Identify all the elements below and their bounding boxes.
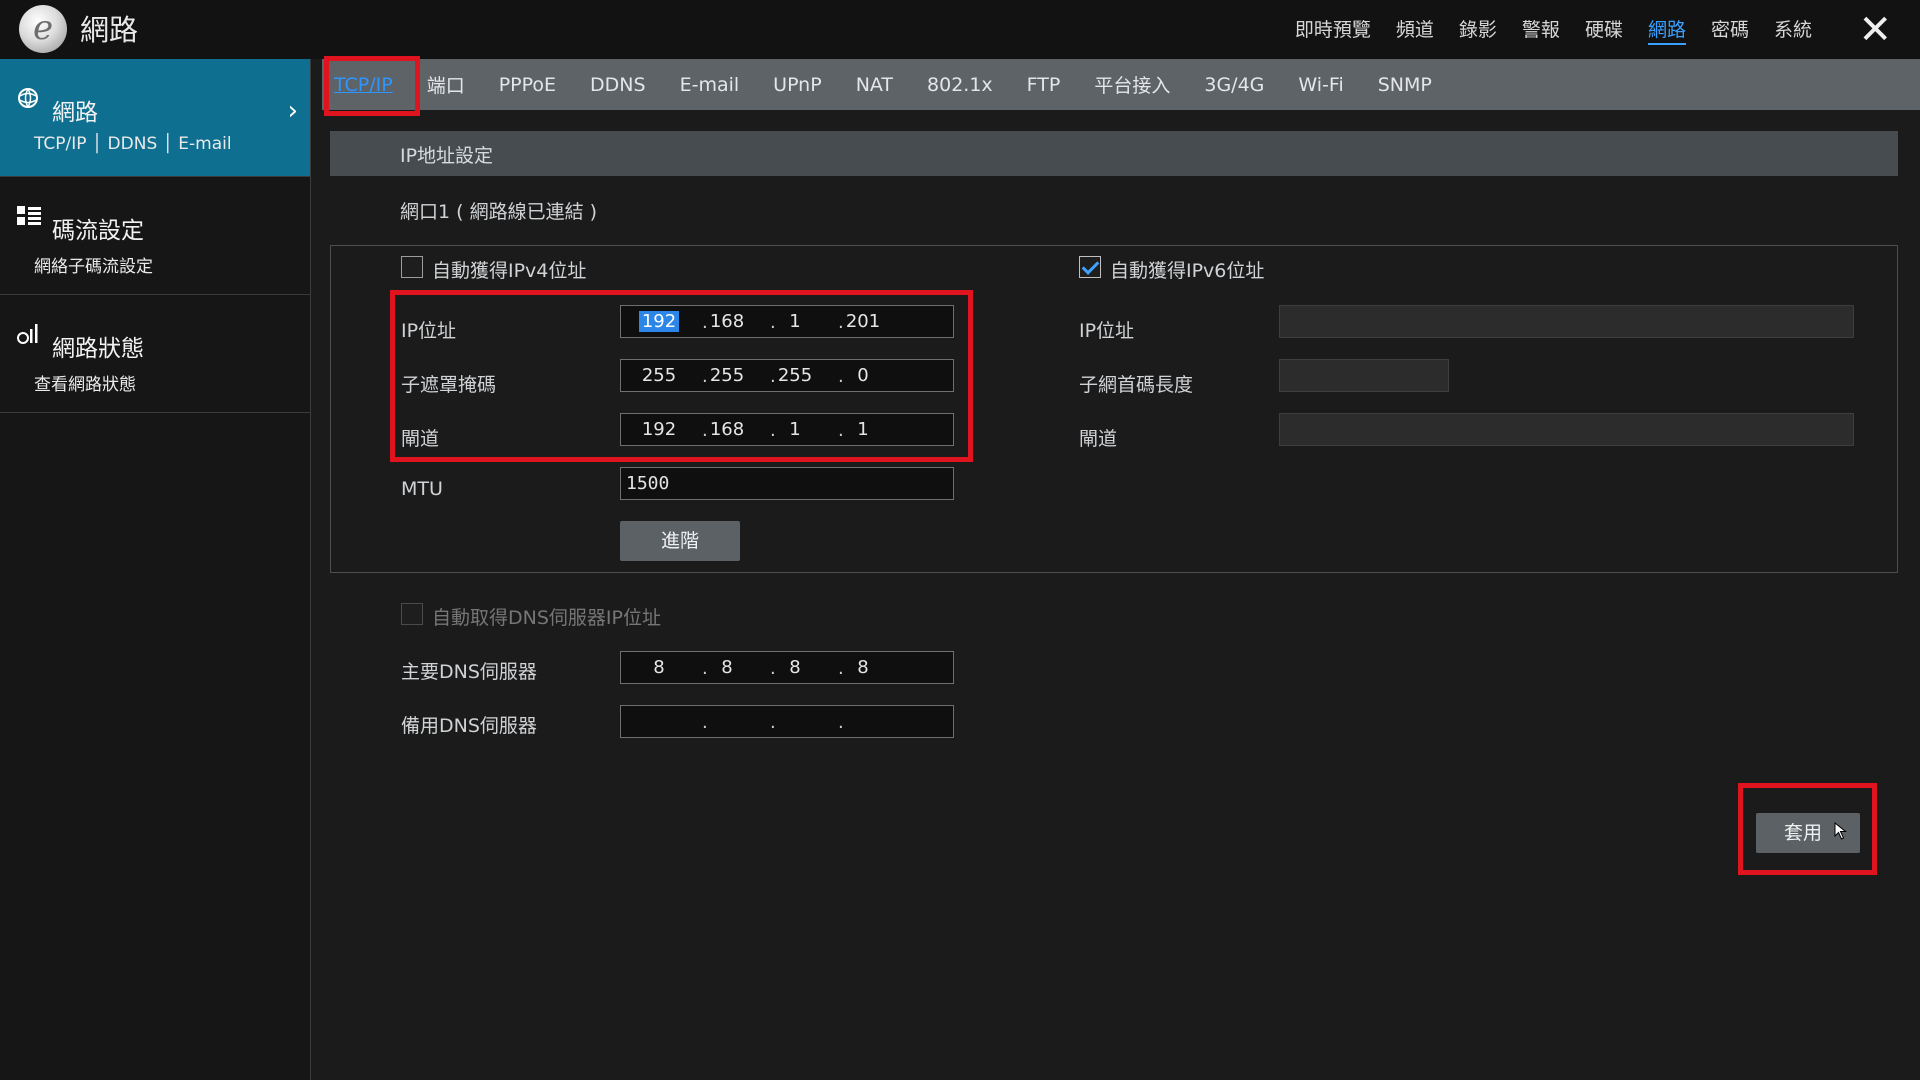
auto-dns-checkbox[interactable] — [401, 603, 423, 625]
ip-octet-value: 8 — [789, 657, 801, 678]
page-title: 網路 — [80, 13, 139, 47]
sidebar-item-subtitle: 網絡子碼流設定 — [34, 257, 153, 277]
section-header — [330, 131, 1898, 176]
tab-item[interactable]: 802.1x — [927, 74, 993, 96]
tab-item[interactable]: DDNS — [590, 74, 646, 96]
highlight-box-tcpip-tab — [324, 56, 420, 116]
network-globe-icon — [17, 87, 39, 109]
tab-item[interactable]: SNMP — [1378, 74, 1432, 96]
auto-ipv4-checkbox[interactable] — [401, 256, 423, 278]
highlight-box-ipv4-fields — [390, 290, 973, 462]
section-title: IP地址設定 — [400, 145, 494, 167]
secondary-dns-input[interactable]: ... — [620, 705, 954, 738]
tab-item[interactable]: 端口 — [427, 71, 465, 98]
sidebar-item-subtitle: TCP/IP │ DDNS │ E-mail — [34, 134, 232, 154]
ipv6-prefix-input[interactable] — [1279, 359, 1449, 392]
ipv6-address-label: IP位址 — [1079, 320, 1135, 342]
tab-item[interactable]: E-mail — [680, 74, 740, 96]
ip-octet[interactable] — [629, 706, 689, 737]
ip-octet-value: 8 — [857, 657, 869, 678]
sidebar-item-label: 碼流設定 — [52, 218, 144, 244]
signal-bars-icon — [17, 323, 39, 345]
ipv6-gateway-label: 閘道 — [1079, 428, 1118, 450]
top-nav-item[interactable]: 警報 — [1522, 17, 1560, 45]
ip-octet-value: 8 — [721, 657, 733, 678]
auto-dns-label: 自動取得DNS伺服器IP位址 — [432, 607, 661, 629]
tab-item[interactable]: 平台接入 — [1094, 71, 1170, 98]
advanced-button[interactable]: 進階 — [620, 521, 740, 561]
tab-list: TCP/IP 端口 PPPoE DDNS E-mail UPnP NAT 802.1x FTP 平… — [334, 59, 1466, 110]
primary-dns-label: 主要DNS伺服器 — [401, 661, 537, 683]
top-nav-item[interactable]: 即時預覽 — [1295, 17, 1371, 45]
grid-list-icon — [17, 205, 41, 227]
ipv6-prefix-label: 子網首碼長度 — [1079, 374, 1194, 396]
close-icon[interactable]: ✕ — [1858, 8, 1892, 52]
ip-separator: . — [838, 658, 844, 679]
tab-item[interactable]: PPPoE — [499, 74, 556, 96]
auto-ipv6-checkbox[interactable] — [1079, 256, 1101, 278]
tab-item[interactable]: UPnP — [773, 74, 822, 96]
top-nav: 即時預覽 頻道 錄影 警報 硬碟 網路 密碼 系統 — [1295, 17, 1812, 45]
tab-item[interactable]: 3G/4G — [1204, 74, 1264, 96]
sidebar-item-stream-settings[interactable]: 碼流設定 網絡子碼流設定 — [0, 177, 310, 295]
tab-item[interactable]: NAT — [856, 74, 893, 96]
top-nav-item[interactable]: 密碼 — [1711, 17, 1749, 45]
ip-octet[interactable]: 8 — [629, 652, 689, 683]
ip-separator: . — [770, 658, 776, 679]
mtu-label: MTU — [401, 478, 443, 500]
ip-separator: . — [702, 658, 708, 679]
top-nav-item[interactable]: 網路 — [1647, 17, 1686, 45]
ipv6-gateway-input[interactable] — [1279, 413, 1854, 446]
sidebar-item-label: 網路 — [52, 100, 98, 126]
auto-ipv4-label: 自動獲得IPv4位址 — [432, 260, 587, 282]
ipv6-address-input[interactable] — [1279, 305, 1854, 338]
ip-separator: . — [838, 712, 844, 733]
highlight-box-apply — [1738, 783, 1877, 875]
top-nav-item[interactable]: 頻道 — [1396, 17, 1434, 45]
tab-item[interactable]: Wi-Fi — [1298, 74, 1343, 96]
primary-dns-input[interactable]: 8 8 8 8... — [620, 651, 954, 684]
sidebar-item-subtitle: 查看網路狀態 — [34, 375, 136, 395]
auto-ipv6-label: 自動獲得IPv6位址 — [1110, 260, 1265, 282]
ip-octet-value: 8 — [653, 657, 665, 678]
ip-separator: . — [770, 712, 776, 733]
sidebar-item-label: 網路狀態 — [52, 336, 144, 362]
chevron-right-icon: › — [287, 96, 298, 126]
ip-separator: . — [702, 712, 708, 733]
tab-item[interactable]: FTP — [1027, 74, 1061, 96]
secondary-dns-label: 備用DNS伺服器 — [401, 715, 537, 737]
sidebar: 網路 TCP/IP │ DDNS │ E-mail › 碼流設定 網絡子碼流設定… — [0, 59, 311, 1080]
mtu-input[interactable]: 1500 — [620, 467, 954, 500]
sidebar-item-network[interactable]: 網路 TCP/IP │ DDNS │ E-mail › — [0, 59, 310, 177]
brand-logo-letter: e — [32, 8, 54, 48]
top-nav-item[interactable]: 硬碟 — [1585, 17, 1623, 45]
port-status-text: 網口1 ( 網路線已連結 ) — [400, 201, 598, 223]
top-nav-item[interactable]: 系統 — [1774, 17, 1812, 45]
top-nav-item[interactable]: 錄影 — [1459, 17, 1497, 45]
sidebar-item-network-status[interactable]: 網路狀態 查看網路狀態 — [0, 295, 310, 413]
